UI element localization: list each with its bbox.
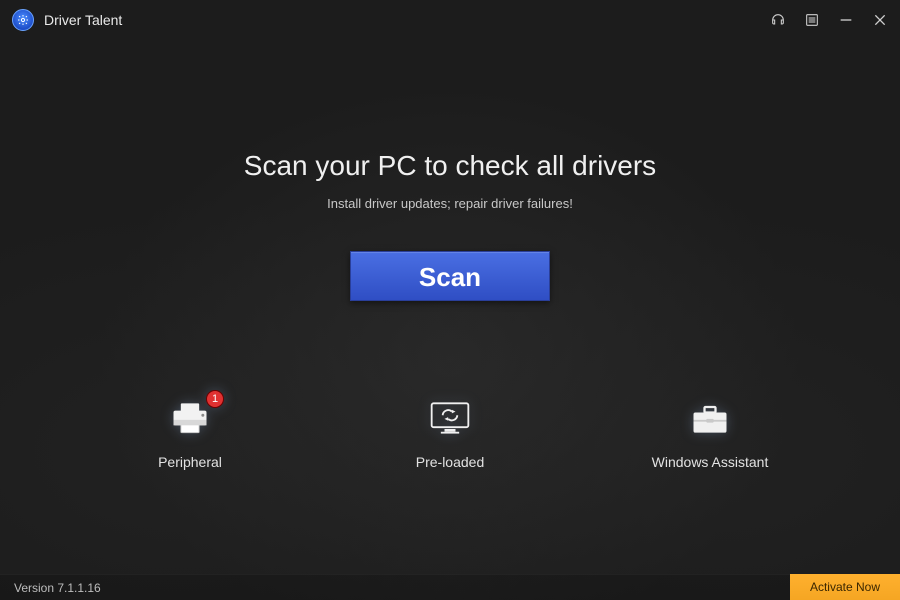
footer-bar: Version 7.1.1.16 bbox=[0, 574, 900, 600]
printer-icon: 1 bbox=[166, 398, 214, 438]
feature-preloaded[interactable]: Pre-loaded bbox=[380, 398, 520, 470]
feature-label: Peripheral bbox=[158, 454, 222, 470]
feature-label: Windows Assistant bbox=[652, 454, 769, 470]
minimize-button[interactable] bbox=[838, 12, 854, 28]
menu-icon[interactable] bbox=[804, 12, 820, 28]
main-area: Scan your PC to check all drivers Instal… bbox=[0, 150, 900, 301]
app-logo-icon bbox=[12, 9, 34, 31]
scan-button[interactable]: Scan bbox=[350, 251, 550, 301]
feature-windows-assistant[interactable]: Windows Assistant bbox=[640, 398, 780, 470]
feature-label: Pre-loaded bbox=[416, 454, 485, 470]
headline-text: Scan your PC to check all drivers bbox=[0, 150, 900, 182]
notification-badge: 1 bbox=[206, 390, 224, 408]
close-button[interactable] bbox=[872, 12, 888, 28]
title-bar: Driver Talent bbox=[0, 0, 900, 40]
activate-button[interactable]: Activate Now bbox=[790, 574, 900, 600]
toolbox-icon bbox=[686, 398, 734, 438]
feature-peripheral[interactable]: 1 Peripheral bbox=[120, 398, 260, 470]
monitor-icon bbox=[426, 398, 474, 438]
version-text: Version 7.1.1.16 bbox=[14, 581, 101, 595]
feature-row: 1 Peripheral Pre-loaded Windows bbox=[0, 398, 900, 470]
support-icon[interactable] bbox=[770, 12, 786, 28]
window-controls bbox=[770, 12, 888, 28]
subheadline-text: Install driver updates; repair driver fa… bbox=[0, 196, 900, 211]
app-title: Driver Talent bbox=[44, 12, 122, 28]
